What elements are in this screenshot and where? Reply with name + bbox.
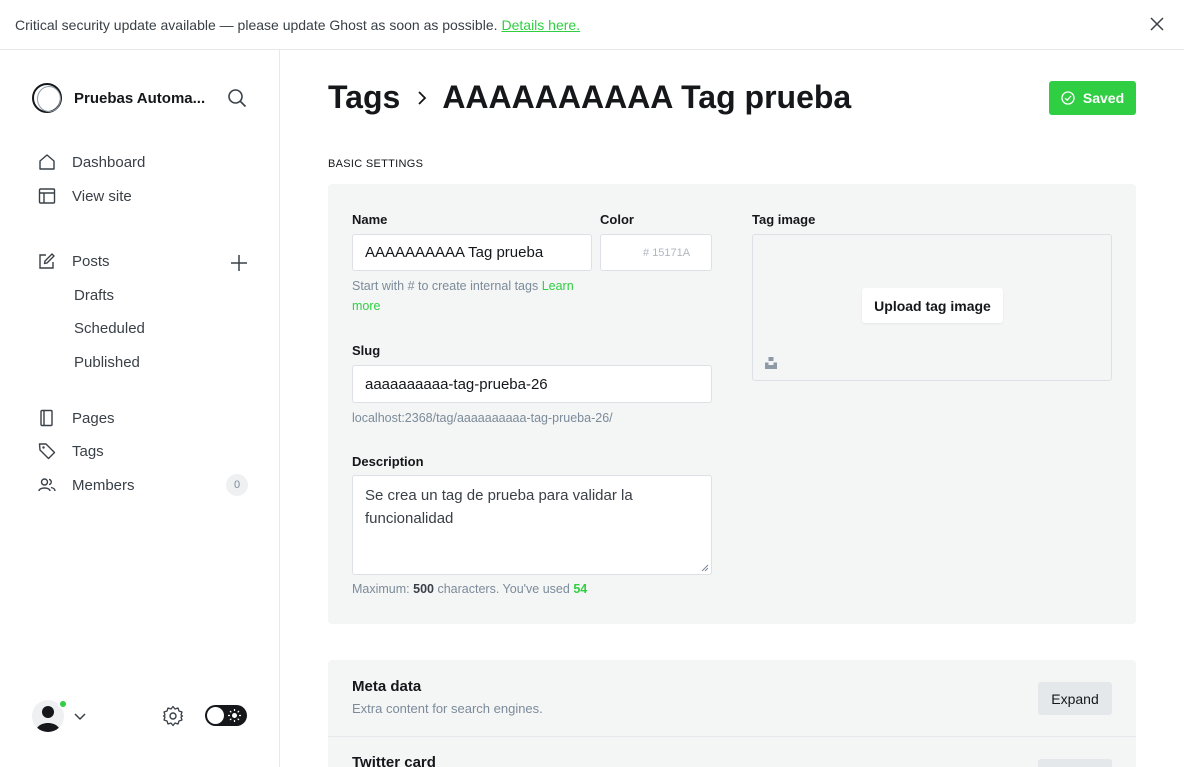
sidebar-item-label: Dashboard xyxy=(72,153,146,171)
learn-more-link[interactable]: Learn xyxy=(542,279,574,293)
tag-image-label: Tag image xyxy=(752,212,816,227)
layout-icon xyxy=(38,188,56,204)
edit-icon xyxy=(39,253,55,269)
home-icon xyxy=(39,154,55,170)
description-textarea[interactable]: Se crea un tag de prueba para validar la… xyxy=(352,475,712,575)
sidebar-item-pages[interactable]: Pages xyxy=(38,409,115,427)
meta-expand-button[interactable]: Expand xyxy=(1038,682,1112,715)
sidebar-item-label: Pages xyxy=(72,409,115,427)
members-icon xyxy=(38,478,56,492)
banner-details-link[interactable]: Details here. xyxy=(502,17,581,33)
tag-image-dropzone[interactable]: Upload tag image xyxy=(752,234,1112,381)
page-title: Tags AAAAAAAAAA Tag prueba xyxy=(328,79,851,116)
upload-tag-image-button[interactable]: Upload tag image xyxy=(862,288,1003,323)
max-middle: characters. You've used xyxy=(437,582,570,596)
site-name: Pruebas Automa... xyxy=(74,89,206,107)
basic-settings-panel: Name AAAAAAAAAA Tag prueba Start with # … xyxy=(328,184,1136,624)
sun-icon xyxy=(228,709,241,722)
banner-message: Critical security update available — ple… xyxy=(15,16,498,33)
toggle-knob xyxy=(207,707,224,724)
save-button-label: Saved xyxy=(1082,90,1125,106)
dark-mode-toggle[interactable] xyxy=(205,705,247,726)
site-brand[interactable]: Pruebas Automa... xyxy=(32,83,205,113)
sidebar: Pruebas Automa... Dashboard View site Po… xyxy=(0,50,280,767)
slug-input[interactable]: aaaaaaaaaa-tag-prueba-26 xyxy=(352,365,712,403)
resize-grip-icon[interactable] xyxy=(701,564,709,572)
section-label: BASIC SETTINGS xyxy=(328,158,424,170)
used-value: 54 xyxy=(573,582,588,596)
breadcrumb-tags-link[interactable]: Tags xyxy=(328,79,400,116)
color-value: 15171A xyxy=(652,246,691,259)
close-icon[interactable] xyxy=(1148,15,1166,33)
learn-more-link-cont[interactable]: more xyxy=(352,299,380,313)
name-hint: Start with # to create internal tags Lea… xyxy=(352,276,602,316)
twitter-card-section: Twitter card xyxy=(328,737,1136,767)
sidebar-item-dashboard[interactable]: Dashboard xyxy=(38,153,145,171)
description-line-1: Se crea un tag de prueba para validar la xyxy=(365,487,633,504)
slug-input-value: aaaaaaaaaa-tag-prueba-26 xyxy=(365,375,548,393)
name-hint-text: Start with # to create internal tags xyxy=(352,279,539,293)
sidebar-item-drafts[interactable]: Drafts xyxy=(74,287,114,304)
unsplash-icon[interactable] xyxy=(764,356,778,370)
color-hash: # xyxy=(643,246,650,259)
character-count: Maximum: 500 characters. You've used 54 xyxy=(352,579,587,599)
sidebar-item-label: Members xyxy=(72,476,135,494)
meta-data-card: Meta data Extra content for search engin… xyxy=(328,660,1136,737)
sidebar-item-label: Tags xyxy=(72,442,104,460)
sidebar-item-published[interactable]: Published xyxy=(74,354,140,371)
security-banner: Critical security update available — ple… xyxy=(0,0,1184,50)
meta-data-subtitle: Extra content for search engines. xyxy=(352,701,543,716)
slug-url: localhost:2368/tag/aaaaaaaaaa-tag-prueba… xyxy=(352,411,613,425)
tag-title: AAAAAAAAAA Tag prueba xyxy=(442,79,852,115)
color-input[interactable]: # 15171A xyxy=(637,234,712,271)
color-swatch[interactable] xyxy=(600,234,638,271)
add-post-icon[interactable] xyxy=(229,253,249,273)
max-prefix: Maximum: xyxy=(352,582,410,596)
twitter-expand-button[interactable] xyxy=(1038,759,1112,767)
members-count-badge: 0 xyxy=(226,474,248,496)
online-status-dot xyxy=(58,699,68,709)
meta-data-title: Meta data xyxy=(352,678,422,695)
max-value: 500 xyxy=(413,582,434,596)
sidebar-item-label: Posts xyxy=(72,252,110,270)
description-label: Description xyxy=(352,454,424,469)
name-label: Name xyxy=(352,212,388,227)
sidebar-item-tags[interactable]: Tags xyxy=(38,442,104,460)
sidebar-item-label: View site xyxy=(72,187,132,205)
name-input[interactable]: AAAAAAAAAA Tag prueba xyxy=(352,234,592,271)
site-logo-icon xyxy=(32,83,62,113)
gear-icon[interactable] xyxy=(162,705,184,727)
check-circle-icon xyxy=(1061,91,1075,105)
search-icon[interactable] xyxy=(227,88,247,108)
tag-icon xyxy=(38,443,56,460)
color-label: Color xyxy=(600,212,634,227)
twitter-card-title: Twitter card xyxy=(352,754,436,767)
save-button[interactable]: Saved xyxy=(1049,81,1136,115)
sidebar-item-members[interactable]: Members xyxy=(38,476,135,494)
sidebar-item-view-site[interactable]: View site xyxy=(38,187,132,205)
sidebar-item-posts[interactable]: Posts xyxy=(38,252,110,270)
chevron-down-icon[interactable] xyxy=(73,709,87,723)
page-icon xyxy=(40,409,53,427)
slug-label: Slug xyxy=(352,343,381,358)
chevron-right-icon xyxy=(418,90,427,105)
description-line-2: funcionalidad xyxy=(365,510,454,527)
name-input-value: AAAAAAAAAA Tag prueba xyxy=(365,244,544,261)
sidebar-item-scheduled[interactable]: Scheduled xyxy=(74,320,145,337)
